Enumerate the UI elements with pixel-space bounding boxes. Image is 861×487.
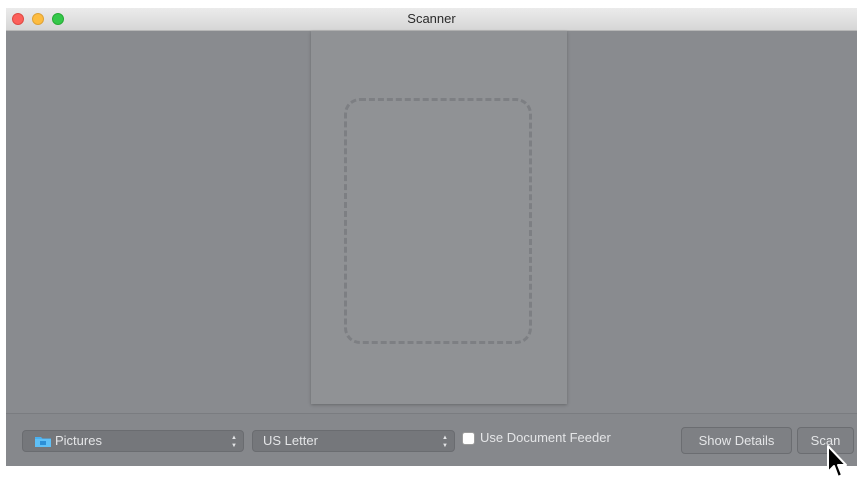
destination-popup[interactable]: Pictures ▲ ▼ — [22, 430, 244, 452]
destination-value: Pictures — [55, 433, 102, 448]
page-preview — [311, 31, 567, 404]
title-bar: Scanner — [6, 8, 857, 31]
paper-size-popup[interactable]: US Letter ▲ ▼ — [252, 430, 455, 452]
window-title: Scanner — [407, 11, 456, 26]
scan-preview-area[interactable] — [6, 31, 857, 413]
document-placeholder-outline — [344, 98, 532, 344]
chevron-updown-icon: ▲ ▼ — [442, 434, 448, 449]
bottom-toolbar: Pictures ▲ ▼ US Letter ▲ ▼ Use Document Fe… — [6, 413, 857, 466]
document-feeder-label[interactable]: Use Document Feeder — [480, 430, 611, 445]
folder-icon — [35, 437, 51, 447]
document-feeder-checkbox[interactable] — [462, 432, 475, 445]
scanner-window: Scanner Pictures ▲ ▼ US Letter ▲ ▼ Use Doc… — [6, 8, 857, 466]
chevron-updown-icon: ▲ ▼ — [231, 434, 237, 449]
show-details-button[interactable]: Show Details — [681, 427, 792, 454]
mouse-pointer-icon — [827, 445, 847, 478]
paper-size-value: US Letter — [263, 433, 318, 448]
